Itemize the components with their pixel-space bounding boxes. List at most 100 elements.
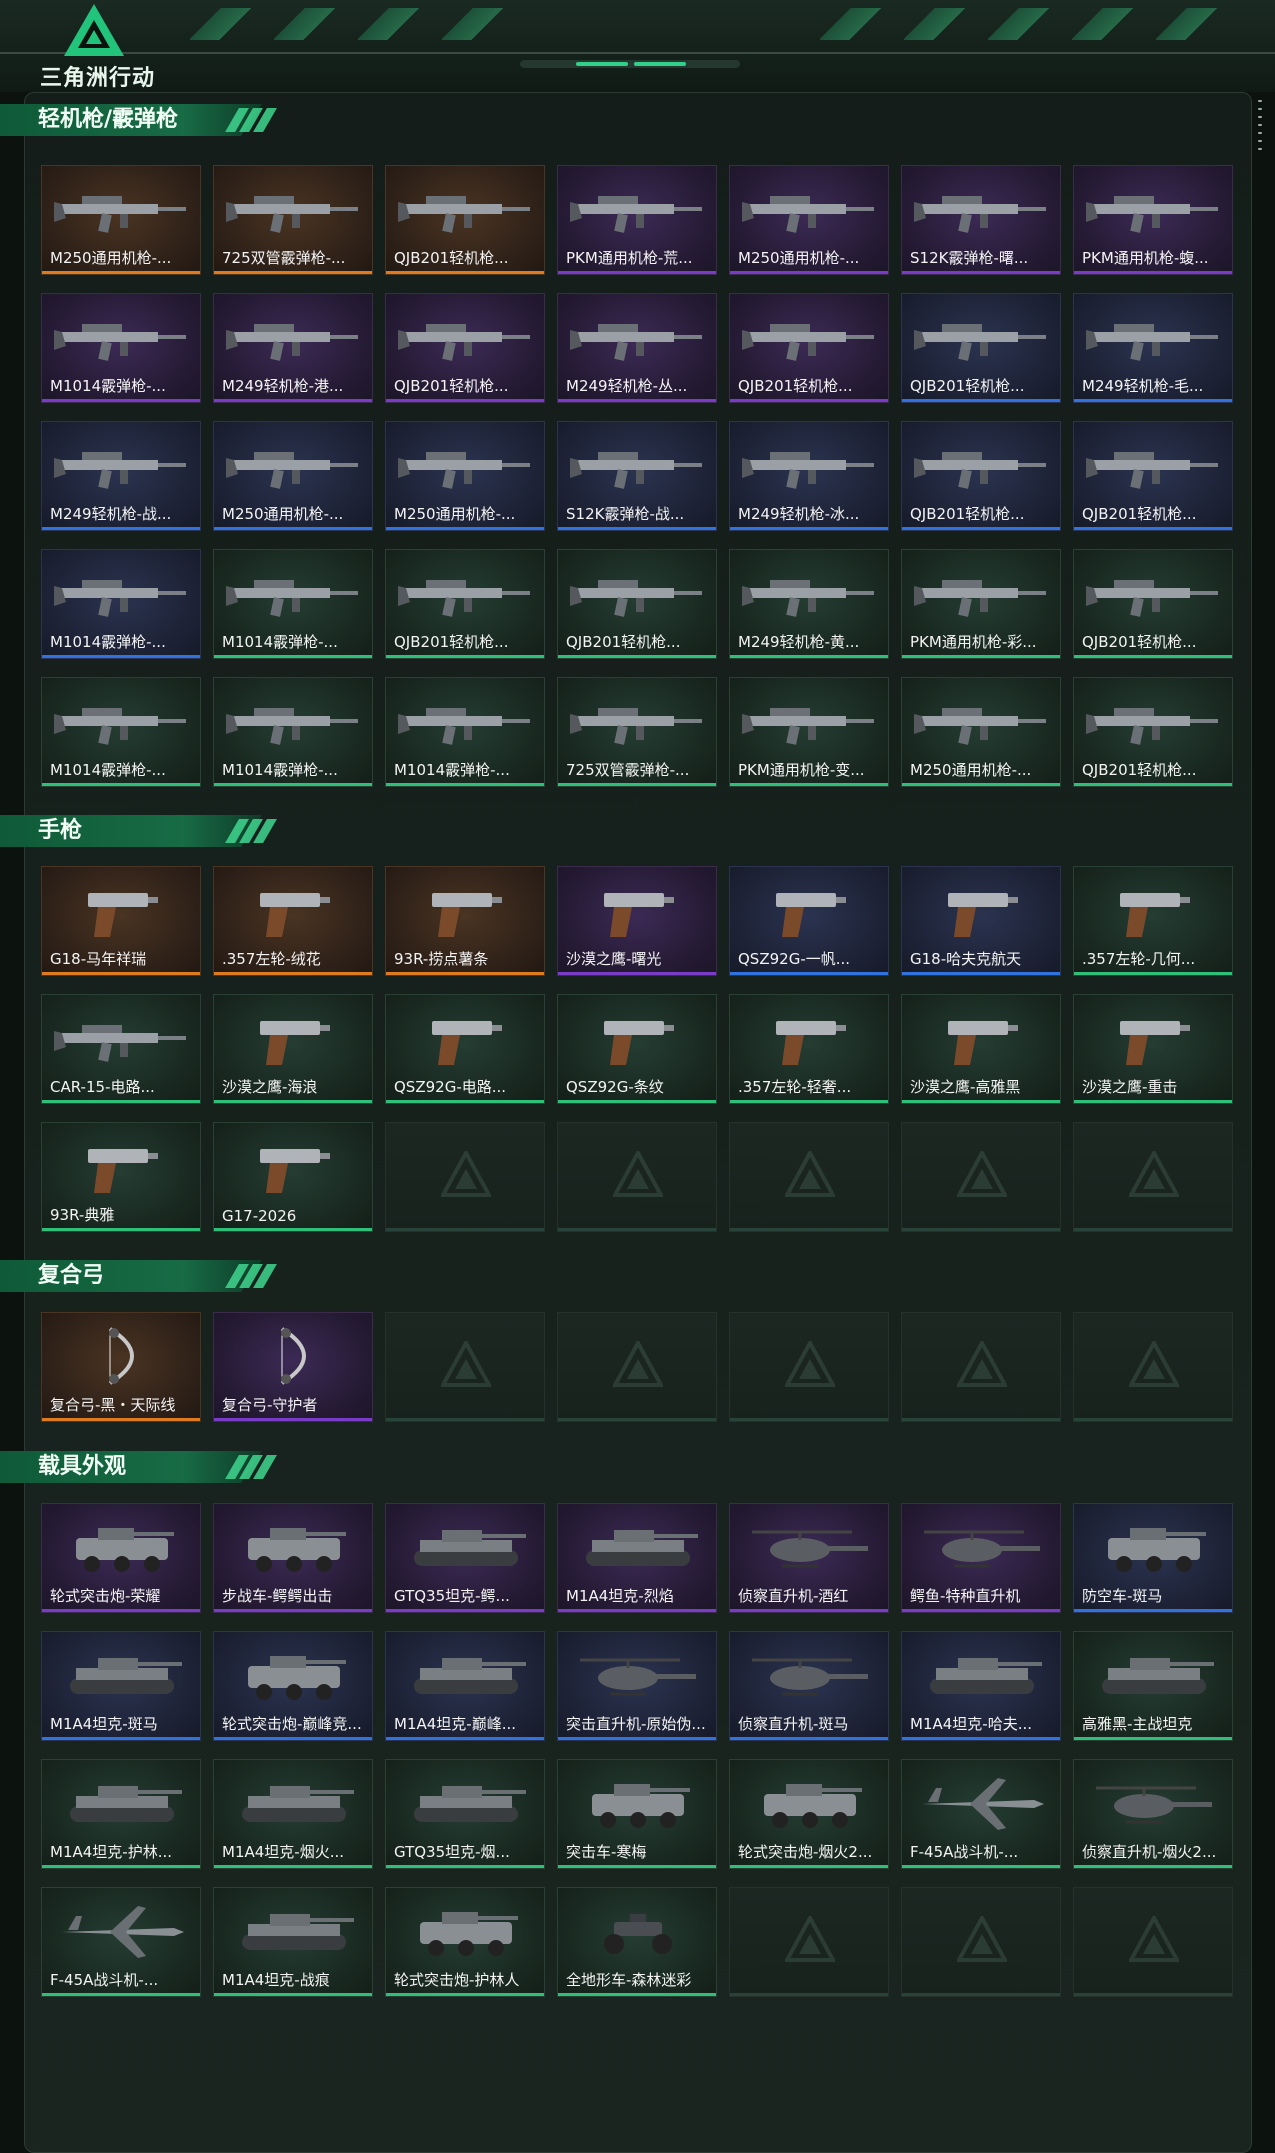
item-card[interactable]: M1014霰弹枪-... xyxy=(213,677,373,787)
item-card[interactable]: 鳄鱼-特种直升机 xyxy=(901,1503,1061,1613)
item-card[interactable]: M1A4坦克-护林... xyxy=(41,1759,201,1869)
item-card[interactable]: G17-2026 xyxy=(213,1122,373,1232)
item-card[interactable]: M250通用机枪-... xyxy=(729,165,889,275)
item-card[interactable]: F-45A战斗机-... xyxy=(41,1887,201,1997)
item-card[interactable]: 全地形车-森林迷彩 xyxy=(557,1887,717,1997)
item-card[interactable]: .357左轮-轻奢... xyxy=(729,994,889,1104)
item-card[interactable]: M1014霰弹枪-... xyxy=(385,677,545,787)
gun-icon xyxy=(1086,708,1218,745)
item-card[interactable]: M1014霰弹枪-... xyxy=(41,293,201,403)
item-card[interactable]: 复合弓-黑・天际线 xyxy=(41,1312,201,1422)
item-card[interactable]: G18-哈夫克航天 xyxy=(901,866,1061,976)
item-card[interactable]: 沙漠之鹰-曙光 xyxy=(557,866,717,976)
rarity-bar xyxy=(214,1609,372,1612)
item-card[interactable]: M249轻机枪-黄... xyxy=(729,549,889,659)
item-card[interactable]: 高雅黑-主战坦克 xyxy=(1073,1631,1233,1741)
item-card[interactable]: QJB201轻机枪... xyxy=(385,165,545,275)
item-name: .357左轮-几何... xyxy=(1082,950,1196,968)
item-card[interactable]: QJB201轻机枪... xyxy=(557,549,717,659)
item-name: 沙漠之鹰-重击 xyxy=(1082,1078,1178,1096)
item-card[interactable]: QJB201轻机枪... xyxy=(385,293,545,403)
item-card[interactable]: 复合弓-守护者 xyxy=(213,1312,373,1422)
item-card[interactable]: 防空车-斑马 xyxy=(1073,1503,1233,1613)
empty-slot-icon xyxy=(613,1151,663,1197)
item-card[interactable]: QJB201轻机枪... xyxy=(1073,549,1233,659)
tank-icon xyxy=(70,1658,182,1694)
item-name: M249轻机枪-丛... xyxy=(566,377,688,395)
item-card[interactable]: M249轻机枪-港... xyxy=(213,293,373,403)
item-name: 轮式突击炮-护林人 xyxy=(394,1971,520,1989)
item-card[interactable]: 沙漠之鹰-海浪 xyxy=(213,994,373,1104)
item-card[interactable]: 侦察直升机-酒红 xyxy=(729,1503,889,1613)
pistol-icon xyxy=(776,893,846,937)
more-options-icon[interactable] xyxy=(1258,100,1262,150)
item-card[interactable]: M1A4坦克-巅峰... xyxy=(385,1631,545,1741)
item-card[interactable]: QJB201轻机枪... xyxy=(901,293,1061,403)
item-card[interactable]: CAR-15-电路... xyxy=(41,994,201,1104)
item-card[interactable]: M1014霰弹枪-... xyxy=(213,549,373,659)
item-name: M1A4坦克-烈焰 xyxy=(566,1587,674,1605)
item-card[interactable]: PKM通用机枪-蝮... xyxy=(1073,165,1233,275)
item-card[interactable]: M250通用机枪-... xyxy=(41,165,201,275)
item-card[interactable]: 93R-捞点薯条 xyxy=(385,866,545,976)
rarity-bar xyxy=(214,783,372,786)
item-card[interactable]: PKM通用机枪-荒... xyxy=(557,165,717,275)
rarity-bar xyxy=(42,1993,200,1996)
item-card[interactable]: 沙漠之鹰-重击 xyxy=(1073,994,1233,1104)
rarity-bar xyxy=(730,1609,888,1612)
item-card[interactable]: QSZ92G-条纹 xyxy=(557,994,717,1104)
item-card[interactable]: M249轻机枪-毛... xyxy=(1073,293,1233,403)
item-card[interactable]: S12K霰弹枪-曙... xyxy=(901,165,1061,275)
item-card[interactable]: 轮式突击炮-巅峰竞... xyxy=(213,1631,373,1741)
item-card[interactable]: M249轻机枪-丛... xyxy=(557,293,717,403)
item-card[interactable]: QJB201轻机枪... xyxy=(1073,421,1233,531)
item-card[interactable]: 突击直升机-原始伪... xyxy=(557,1631,717,1741)
item-card[interactable]: M250通用机枪-... xyxy=(213,421,373,531)
item-card[interactable]: QSZ92G-一帆... xyxy=(729,866,889,976)
item-card[interactable]: M250通用机枪-... xyxy=(901,677,1061,787)
item-card[interactable]: 725双管霰弹枪-... xyxy=(213,165,373,275)
item-card[interactable]: QJB201轻机枪... xyxy=(385,549,545,659)
item-card[interactable]: QJB201轻机枪... xyxy=(1073,677,1233,787)
item-card[interactable]: S12K霰弹枪-战... xyxy=(557,421,717,531)
item-card[interactable]: QJB201轻机枪... xyxy=(729,293,889,403)
item-card[interactable]: M1014霰弹枪-... xyxy=(41,549,201,659)
item-card[interactable]: GTQ35坦克-鳄... xyxy=(385,1503,545,1613)
item-card[interactable]: .357左轮-几何... xyxy=(1073,866,1233,976)
item-card[interactable]: M1A4坦克-烟火... xyxy=(213,1759,373,1869)
item-card[interactable]: GTQ35坦克-烟... xyxy=(385,1759,545,1869)
rarity-bar xyxy=(214,655,372,658)
item-card[interactable]: 步战车-鳄鳄出击 xyxy=(213,1503,373,1613)
item-card[interactable]: 轮式突击炮-护林人 xyxy=(385,1887,545,1997)
item-card[interactable]: M1A4坦克-斑马 xyxy=(41,1631,201,1741)
item-card[interactable]: M249轻机枪-战... xyxy=(41,421,201,531)
item-card[interactable]: PKM通用机枪-变... xyxy=(729,677,889,787)
item-card[interactable]: F-45A战斗机-... xyxy=(901,1759,1061,1869)
item-card[interactable]: M1A4坦克-烈焰 xyxy=(557,1503,717,1613)
item-card[interactable]: M249轻机枪-冰... xyxy=(729,421,889,531)
item-name: 轮式突击炮-巅峰竞... xyxy=(222,1715,362,1733)
gun-icon xyxy=(742,580,874,617)
item-card[interactable]: QJB201轻机枪... xyxy=(901,421,1061,531)
rarity-bar xyxy=(386,1993,544,1996)
gun-icon xyxy=(226,580,358,617)
item-card[interactable]: 轮式突击炮-荣耀 xyxy=(41,1503,201,1613)
item-card[interactable]: .357左轮-绒花 xyxy=(213,866,373,976)
item-grid: 复合弓-黑・天际线 复合弓-守护者 xyxy=(41,1312,1233,1422)
item-card[interactable]: 侦察直升机-烟火2... xyxy=(1073,1759,1233,1869)
item-card[interactable]: M250通用机枪-... xyxy=(385,421,545,531)
item-card[interactable]: 725双管霰弹枪-... xyxy=(557,677,717,787)
item-card[interactable]: M1A4坦克-哈夫... xyxy=(901,1631,1061,1741)
item-card[interactable]: 沙漠之鹰-高雅黑 xyxy=(901,994,1061,1104)
item-card[interactable]: G18-马年祥瑞 xyxy=(41,866,201,976)
item-card[interactable]: 轮式突击炮-烟火2... xyxy=(729,1759,889,1869)
item-card[interactable]: QSZ92G-电路... xyxy=(385,994,545,1104)
item-name: QJB201轻机枪... xyxy=(1082,633,1197,651)
item-card[interactable]: 93R-典雅 xyxy=(41,1122,201,1232)
rarity-bar xyxy=(1074,1737,1232,1740)
item-card[interactable]: 侦察直升机-斑马 xyxy=(729,1631,889,1741)
item-card[interactable]: M1014霰弹枪-... xyxy=(41,677,201,787)
item-card[interactable]: PKM通用机枪-彩... xyxy=(901,549,1061,659)
item-card[interactable]: M1A4坦克-战痕 xyxy=(213,1887,373,1997)
item-card[interactable]: 突击车-寒梅 xyxy=(557,1759,717,1869)
